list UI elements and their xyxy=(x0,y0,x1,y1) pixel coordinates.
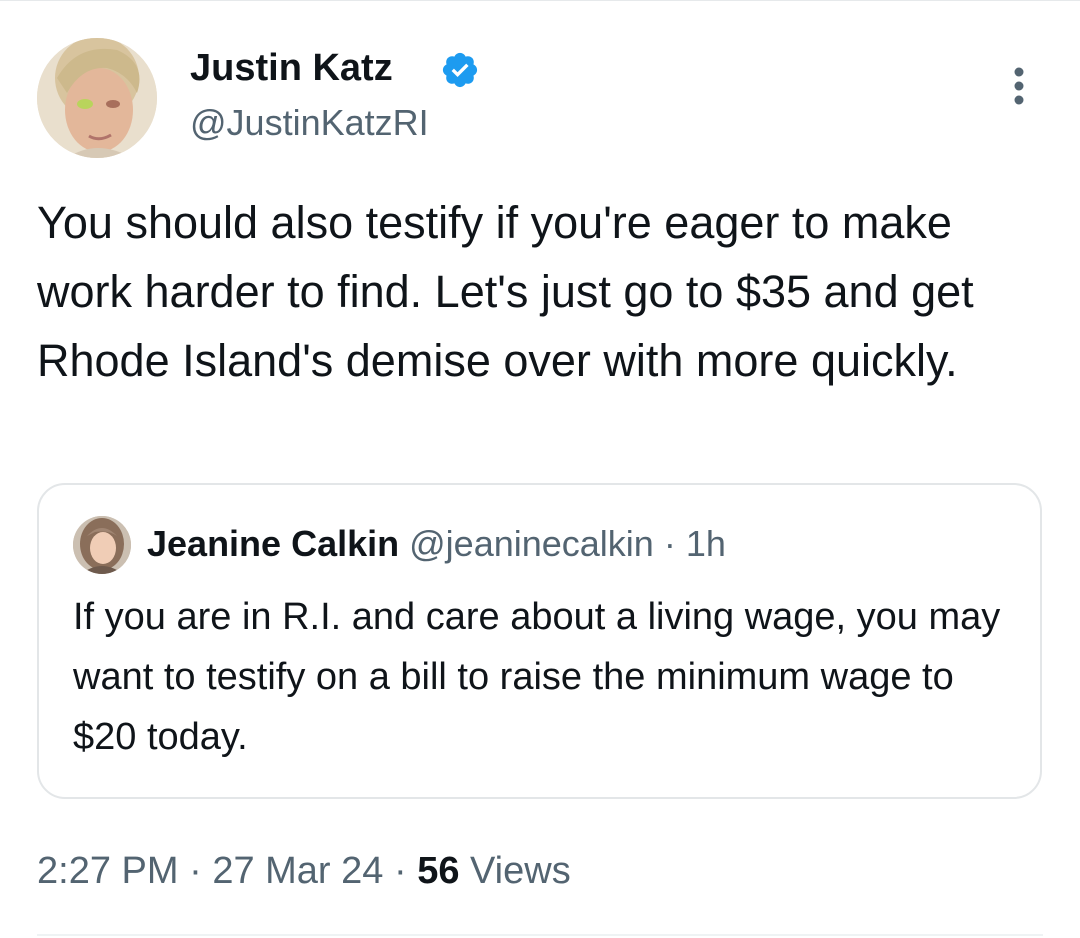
author-handle[interactable]: @JustinKatzRI xyxy=(190,101,429,145)
top-divider xyxy=(0,0,1080,1)
quoted-tweet-text: If you are in R.I. and care about a livi… xyxy=(73,596,1001,758)
meta-separator: · xyxy=(653,523,686,564)
quoted-tweet-card[interactable]: Jeanine Calkin @jeaninecalkin · 1h If yo… xyxy=(37,483,1042,799)
tweet-metadata: 2:27 PM · 27 Mar 24 · 56 Views xyxy=(37,846,571,896)
tweet-text: You should also testify if you're eager … xyxy=(37,197,974,386)
views-count[interactable]: 56 xyxy=(417,850,459,892)
bottom-divider xyxy=(37,934,1043,936)
quoted-tweet-time[interactable]: 1h xyxy=(686,523,726,564)
more-options-icon[interactable] xyxy=(1004,62,1034,112)
tweet-time[interactable]: 2:27 PM xyxy=(37,850,179,892)
meta-separator: · xyxy=(178,850,213,892)
profile-photo-icon xyxy=(73,516,131,574)
profile-photo-icon xyxy=(37,38,157,158)
author-avatar[interactable] xyxy=(37,38,157,158)
views-label[interactable]: Views xyxy=(459,850,571,892)
quoted-author-handle[interactable]: @jeaninecalkin xyxy=(409,523,654,564)
meta-separator: · xyxy=(383,850,418,892)
quoted-author-name[interactable]: Jeanine Calkin xyxy=(147,523,399,564)
verified-badge-icon[interactable] xyxy=(440,50,480,90)
tweet-date[interactable]: 27 Mar 24 xyxy=(212,850,383,892)
author-name[interactable]: Justin Katz xyxy=(190,46,393,90)
quoted-author-avatar[interactable] xyxy=(73,516,131,574)
quoted-tweet-header: Jeanine Calkin @jeaninecalkin · 1h xyxy=(147,521,726,567)
